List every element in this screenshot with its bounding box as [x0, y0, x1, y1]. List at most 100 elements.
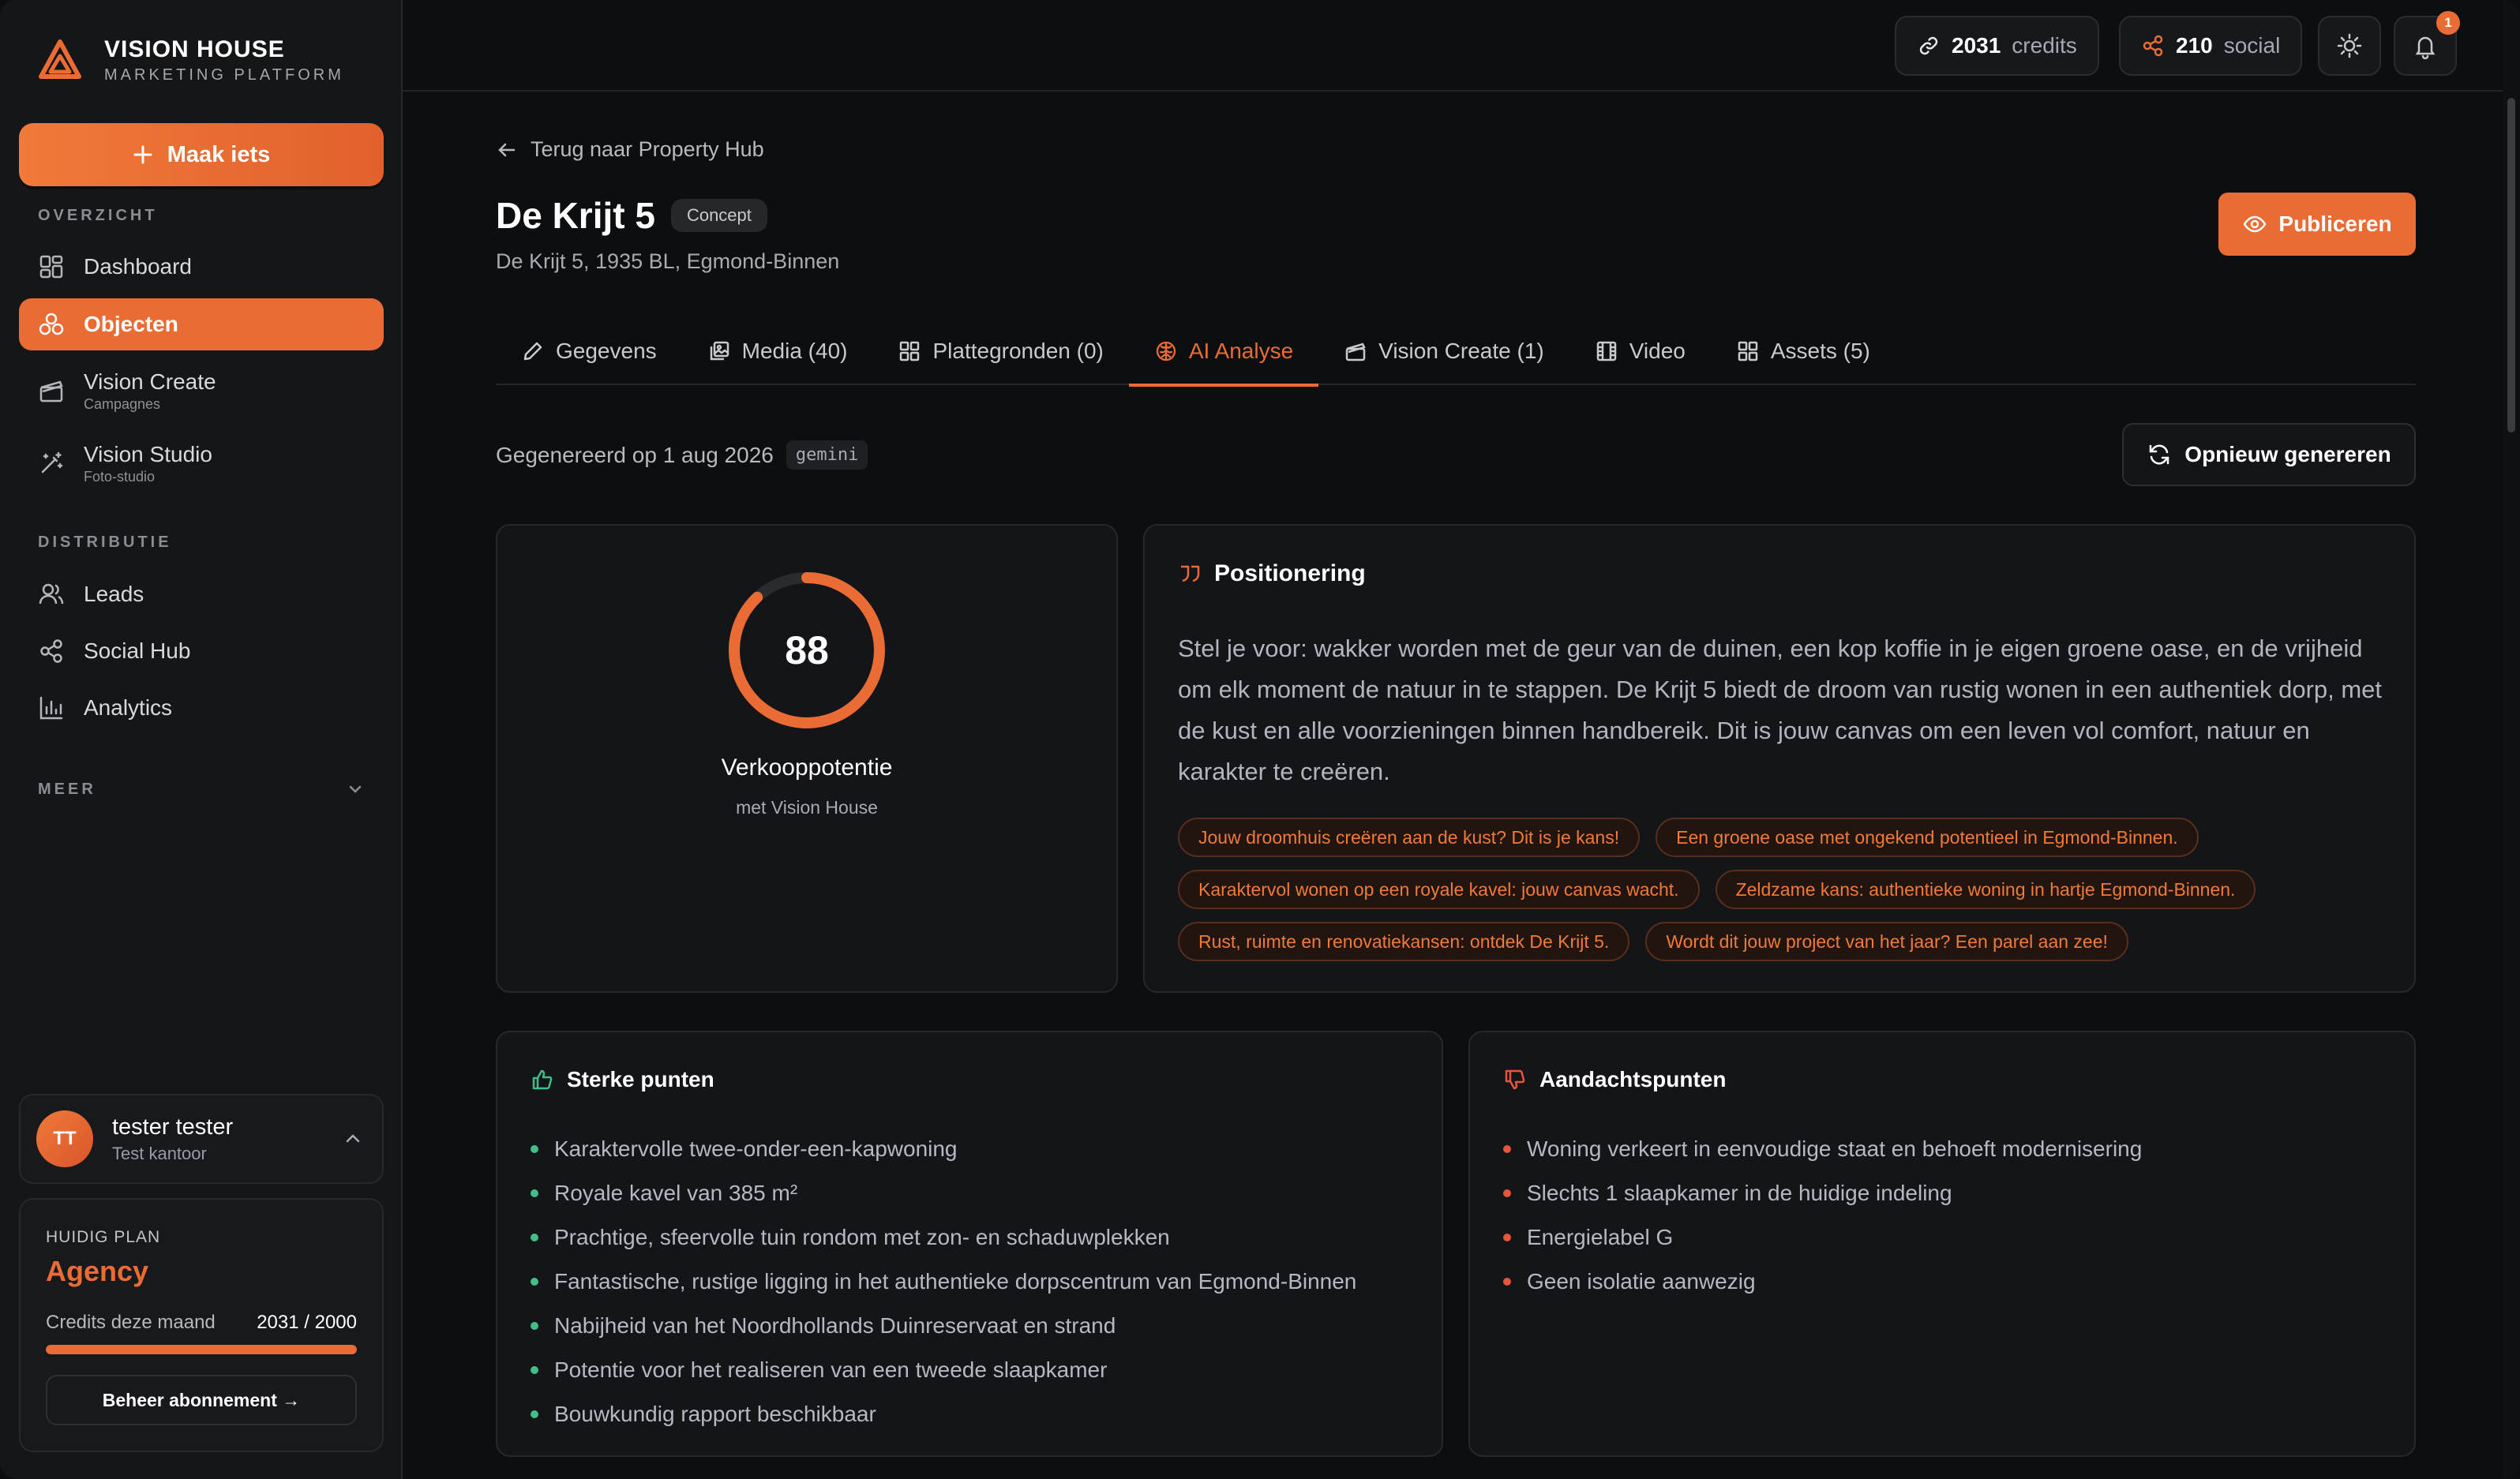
sidebar-item-objects[interactable]: Objecten — [19, 298, 384, 350]
tab-vision-create[interactable]: Vision Create (1) — [1318, 320, 1569, 385]
theme-toggle-button[interactable] — [2318, 16, 2381, 76]
list-item-text: Royale kavel van 385 m² — [554, 1181, 798, 1205]
sidebar-item-analytics[interactable]: Analytics — [19, 682, 384, 734]
more-section-toggle[interactable]: MEER — [38, 780, 365, 799]
tab-video[interactable]: Video — [1569, 320, 1711, 385]
sidebar-item-label: Analytics — [84, 695, 173, 720]
list-item: Fantastische, rustige ligging in het aut… — [531, 1260, 1356, 1304]
social-count: 210 — [2176, 33, 2213, 58]
plan-credits-label: Credits deze maand — [46, 1312, 216, 1333]
tab-plattegronden[interactable]: Plattegronden (0) — [872, 320, 1128, 385]
list-item: Geen isolatie aanwezig — [1503, 1260, 2142, 1304]
list-item: Karaktervolle twee-onder-een-kapwoning — [531, 1127, 1356, 1171]
publish-button[interactable]: Publiceren — [2218, 193, 2416, 256]
list-item: Woning verkeert in eenvoudige staat en b… — [1503, 1127, 2142, 1171]
sidebar-item-dashboard[interactable]: Dashboard — [19, 241, 384, 293]
plus-icon — [133, 145, 152, 164]
sidebar-item-social-hub[interactable]: Social Hub — [19, 625, 384, 677]
bullet-dot — [531, 1145, 538, 1153]
user-menu[interactable]: TT tester tester Test kantoor — [19, 1094, 384, 1184]
score-label: Verkooppotentie — [721, 754, 893, 781]
users-icon — [39, 583, 64, 605]
status-badge: Concept — [670, 199, 767, 232]
brand[interactable]: VISION HOUSE MARKETING PLATFORM — [36, 36, 344, 84]
list-item: Bouwkundig rapport beschikbaar — [531, 1392, 1356, 1436]
thumbs-down-icon — [1505, 1069, 1525, 1090]
vision-house-logo-icon — [39, 39, 81, 79]
list-item-text: Nabijheid van het Noordhollands Duinrese… — [554, 1313, 1116, 1338]
notifications-button[interactable]: 1 — [2394, 11, 2460, 76]
bullet-dot — [531, 1410, 538, 1418]
chevron-up-icon — [346, 1134, 360, 1143]
tab-label: AI Analyse — [1188, 339, 1294, 363]
positioning-text: Stel je voor: wakker worden met de geur … — [1178, 635, 2383, 785]
sidebar-item-leads[interactable]: Leads — [19, 568, 384, 620]
brand-subtitle: MARKETING PLATFORM — [104, 66, 344, 84]
credits-pill[interactable]: 2031 credits — [1895, 16, 2099, 76]
tab-gegevens[interactable]: Gegevens — [496, 320, 682, 385]
tab-ai-analyse[interactable]: AI Analyse — [1128, 320, 1319, 387]
positioning-title: Positionering — [1214, 560, 1366, 586]
tab-label: Gegevens — [556, 339, 657, 363]
regenerate-button[interactable]: Opnieuw genereren — [2122, 423, 2416, 486]
headline-tag[interactable]: Jouw droomhuis creëren aan de kust? Dit … — [1178, 818, 1641, 857]
headline-tags: Jouw droomhuis creëren aan de kust? Dit … — [1178, 818, 2394, 961]
back-link-label: Terug naar Property Hub — [531, 137, 764, 161]
headline-tag[interactable]: Karaktervol wonen op een royale kavel: j… — [1178, 870, 1700, 909]
list-item-text: Woning verkeert in eenvoudige staat en b… — [1527, 1136, 2143, 1161]
images-icon — [710, 341, 729, 361]
strengths-list: Karaktervolle twee-onder-een-kapwoning R… — [531, 1127, 1356, 1436]
tab-assets[interactable]: Assets (5) — [1711, 320, 1896, 385]
list-item-text: Slechts 1 slaapkamer in de huidige indel… — [1527, 1181, 1952, 1205]
score-value: 88 — [785, 628, 829, 672]
link-icon — [1919, 36, 1938, 55]
brain-icon — [1156, 341, 1176, 361]
eye-icon — [2243, 215, 2267, 233]
sidebar-item-label: Objecten — [84, 312, 178, 336]
concerns-card: Aandachtspunten Woning verkeert in eenvo… — [1468, 1031, 2416, 1457]
bullet-dot — [1503, 1189, 1511, 1197]
list-item-text: Geen isolatie aanwezig — [1527, 1269, 1756, 1294]
concerns-list: Woning verkeert in eenvoudige staat en b… — [1503, 1127, 2142, 1304]
generated-date: Gegenereerd op 1 aug 2026 — [496, 442, 774, 467]
create-button[interactable]: Maak iets — [19, 123, 384, 186]
headline-tag[interactable]: Zeldzame kans: authentieke woning in har… — [1715, 870, 2256, 909]
model-badge: gemini — [786, 440, 868, 470]
social-unit: social — [2223, 33, 2281, 58]
manage-subscription-button[interactable]: Beheer abonnement → — [46, 1375, 357, 1425]
create-button-label: Maak iets — [167, 141, 271, 167]
sidebar-item-label: Social Hub — [84, 638, 191, 663]
list-item-text: Bouwkundig rapport beschikbaar — [554, 1402, 876, 1426]
tab-media[interactable]: Media (40) — [682, 320, 873, 385]
bar-chart-icon — [39, 696, 63, 720]
score-sublabel: met Vision House — [736, 797, 878, 818]
sidebar-item-label: Vision Studio — [84, 441, 212, 466]
objects-icon — [39, 313, 64, 335]
concerns-title: Aandachtspunten — [1539, 1067, 1727, 1091]
back-link[interactable]: Terug naar Property Hub — [496, 137, 764, 162]
positioning-card: Positionering Stel je voor: wakker worde… — [1143, 524, 2416, 993]
app-window: VISION HOUSE MARKETING PLATFORM Maak iet… — [0, 0, 2520, 1479]
bell-icon — [2415, 36, 2436, 59]
sidebar-item-vision-studio[interactable]: Vision Studio Foto-studio — [19, 431, 384, 496]
headline-tag[interactable]: Een groene oase met ongekend potentieel … — [1656, 818, 2199, 857]
pencil-icon — [523, 342, 542, 361]
headline-tag[interactable]: Rust, ruimte en renovatiekansen: ontdek … — [1178, 922, 1630, 961]
scrollbar-thumb[interactable] — [2507, 98, 2515, 432]
plan-name: Agency — [46, 1255, 149, 1287]
brand-title: VISION HOUSE — [104, 36, 285, 62]
dashboard-icon — [39, 255, 63, 279]
tab-label: Plattegronden (0) — [932, 339, 1104, 363]
plan-credits-value: 2031 / 2000 — [257, 1312, 357, 1333]
tab-label: Vision Create (1) — [1378, 339, 1544, 363]
plan-card: HUIDIG PLAN Agency Credits deze maand 20… — [19, 1198, 384, 1452]
clapperboard-icon — [39, 380, 63, 403]
sidebar-item-vision-create[interactable]: Vision Create Campagnes — [19, 358, 384, 423]
strengths-card: Sterke punten Karaktervolle twee-onder-e… — [496, 1031, 1443, 1457]
headline-tag[interactable]: Wordt dit jouw project van het jaar? Een… — [1645, 922, 2128, 961]
share-icon — [40, 639, 62, 663]
credits-unit: credits — [2012, 33, 2077, 58]
social-pill[interactable]: 210 social — [2119, 16, 2303, 76]
plan-label: HUIDIG PLAN — [46, 1228, 161, 1246]
strengths-title: Sterke punten — [567, 1067, 714, 1091]
